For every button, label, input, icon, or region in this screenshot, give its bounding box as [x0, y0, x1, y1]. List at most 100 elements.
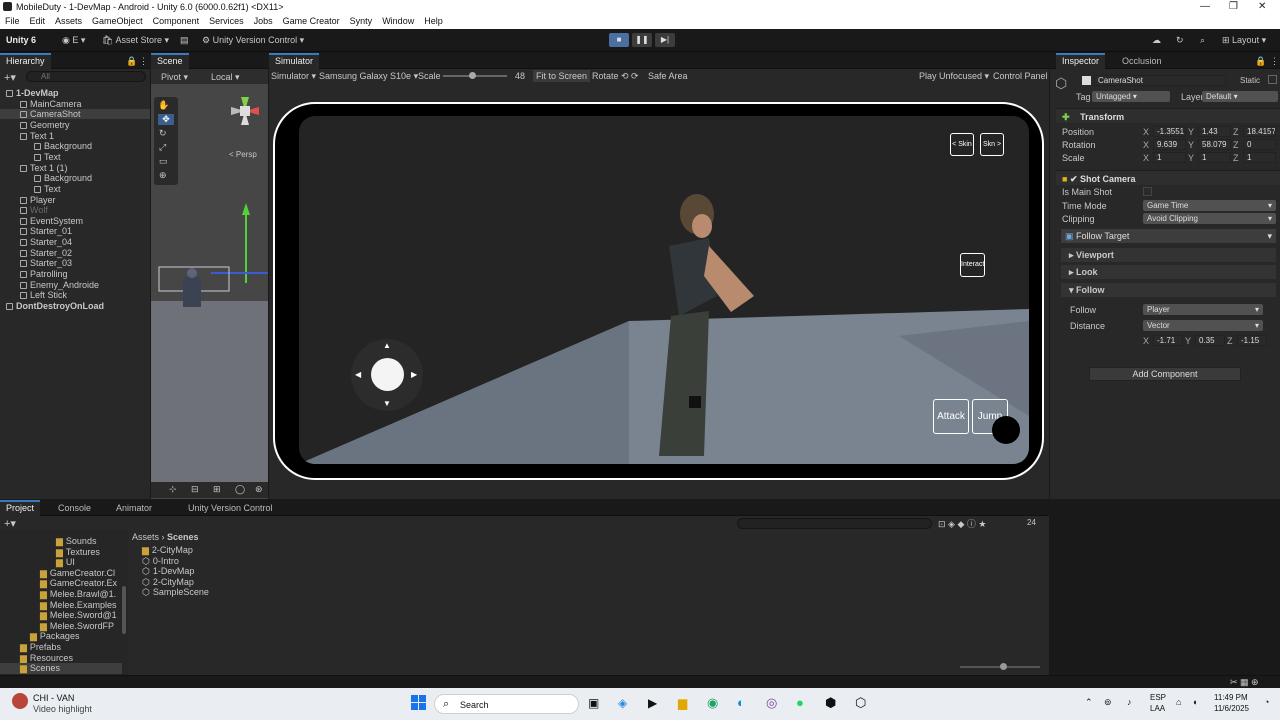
breadcrumb-scenes[interactable]: Scenes	[167, 532, 199, 542]
tab-hierarchy[interactable]: Hierarchy	[0, 53, 51, 69]
device-dropdown[interactable]: Samsung Galaxy S10e ▾	[319, 71, 418, 82]
project-file[interactable]: ⬡ 1-DevMap	[142, 566, 194, 577]
close-icon[interactable]: ✕	[1258, 1, 1266, 12]
attack-button[interactable]: Attack	[933, 399, 969, 434]
project-folder[interactable]: ▆ GameCreator.Ex	[0, 578, 122, 589]
project-file[interactable]: ⬡ 0-Intro	[142, 556, 179, 567]
pivot-dropdown[interactable]: Pivot ▾	[161, 72, 188, 83]
rotate-icons[interactable]: ⟲ ⟳	[621, 71, 639, 82]
look-foldout[interactable]: ▸ Look	[1061, 265, 1276, 279]
hierarchy-item[interactable]: Background	[0, 141, 150, 151]
hierarchy-item[interactable]: 1-DevMap	[0, 88, 150, 98]
add-object-button[interactable]: +▾	[4, 71, 16, 84]
tab-console[interactable]: Console	[52, 500, 97, 516]
news-avatar-icon[interactable]	[12, 693, 28, 709]
hierarchy-item[interactable]: Starter_04	[0, 237, 150, 247]
hierarchy-item[interactable]: Text 1	[0, 131, 150, 141]
tab-scene[interactable]: Scene	[151, 53, 189, 69]
transform-scl-x-field[interactable]: 1	[1153, 152, 1186, 163]
search-icon[interactable]: ⌕	[1200, 35, 1205, 46]
sphere-icon[interactable]: ◯	[235, 484, 245, 495]
project-folder[interactable]: ▆ Scenes	[0, 663, 122, 675]
tab-project[interactable]: Project	[0, 500, 41, 516]
project-file[interactable]: ▆ 2-CityMap	[142, 545, 193, 556]
project-folder[interactable]: ▆ Melee.Examples	[0, 600, 122, 611]
lock-icon[interactable]: 🔒	[126, 56, 137, 67]
is-main-checkbox[interactable]	[1143, 187, 1152, 196]
menu-item-edit[interactable]: Edit	[25, 14, 51, 29]
scene-gizmo-icon[interactable]	[223, 89, 267, 133]
hierarchy-item[interactable]: Wolf	[0, 205, 150, 215]
scale-tool-icon[interactable]: ⤢	[159, 142, 166, 153]
taskbar-search[interactable]: ⌕ Search	[434, 694, 579, 714]
game-screen[interactable]	[299, 116, 1029, 464]
add-component-button[interactable]: Add Component	[1089, 367, 1241, 381]
hierarchy-item[interactable]: Starter_03	[0, 258, 150, 268]
task-view-icon[interactable]: ▣	[588, 696, 599, 710]
mic-icon[interactable]: ♪	[1127, 697, 1132, 707]
distance-z-field[interactable]: -1.15	[1237, 335, 1267, 346]
menu-item-help[interactable]: Help	[419, 14, 448, 29]
create-asset-button[interactable]: +▾	[4, 517, 16, 530]
play-mode-dropdown[interactable]: Play Unfocused ▾	[919, 71, 989, 82]
menu-item-services[interactable]: Services	[204, 14, 249, 29]
tag-dropdown[interactable]: Untagged ▾	[1092, 91, 1170, 102]
project-folder[interactable]: ▆ Melee.Sword@1	[0, 610, 122, 621]
project-folder[interactable]: ▆ Packages	[0, 631, 122, 642]
inspector-more-icon[interactable]: ⋮	[1270, 56, 1279, 67]
account-dropdown[interactable]: ◉ E ▾	[62, 35, 85, 46]
pause-button[interactable]: ❚❚	[632, 33, 652, 47]
hierarchy-item[interactable]: MainCamera	[0, 99, 150, 109]
menu-item-assets[interactable]: Assets	[50, 14, 87, 29]
scale-slider-handle[interactable]	[469, 72, 476, 79]
breadcrumb-assets[interactable]: Assets	[132, 532, 159, 542]
project-folder[interactable]: ▆ Textures	[0, 547, 122, 558]
notification-bell-icon[interactable]: ◔	[1264, 697, 1269, 707]
browser-icon[interactable]: ◎	[766, 695, 777, 711]
hierarchy-item[interactable]: Text	[0, 152, 150, 162]
hierarchy-item[interactable]: Geometry	[0, 120, 150, 130]
chrome-icon[interactable]: ◉	[707, 695, 718, 711]
persp-label[interactable]: < Persp	[229, 150, 257, 159]
object-name-field[interactable]: CameraShot	[1094, 75, 1226, 86]
safe-area-label[interactable]: Safe Area	[648, 71, 688, 81]
project-folder[interactable]: ▆ Melee.Brawl@1.	[0, 589, 122, 600]
active-checkbox[interactable]	[1082, 76, 1091, 85]
menu-item-synty[interactable]: Synty	[345, 14, 378, 29]
transform-pos-x-field[interactable]: -1.3551	[1153, 126, 1186, 137]
hierarchy-item[interactable]: Background	[0, 173, 150, 183]
windows-start-icon[interactable]	[411, 695, 427, 711]
interact-button[interactable]: Interact	[960, 253, 985, 277]
unity-account-button[interactable]: Unity 6	[6, 35, 36, 45]
stop-play-button[interactable]: ■	[609, 33, 629, 47]
hierarchy-item[interactable]: Enemy_Androide	[0, 280, 150, 290]
tree-scrollbar[interactable]	[122, 586, 126, 634]
project-folder[interactable]: ▆ UI	[0, 557, 122, 568]
tab-unity-version-control[interactable]: Unity Version Control	[182, 500, 279, 516]
rotate-button[interactable]: Rotate	[592, 71, 619, 81]
transform-header[interactable]: ✚ Transform	[1056, 108, 1280, 123]
zoom-slider-handle[interactable]	[1000, 663, 1007, 670]
menu-item-jobs[interactable]: Jobs	[249, 14, 278, 29]
hand-tool-icon[interactable]: ✋	[158, 100, 169, 111]
clipping-dropdown[interactable]: Avoid Clipping ▾	[1143, 213, 1276, 224]
step-button[interactable]: ▶|	[655, 33, 675, 47]
clock-time[interactable]: 11:49 PM	[1214, 693, 1248, 702]
snap-icon[interactable]: ⊟	[191, 484, 199, 495]
tab-simulator[interactable]: Simulator	[269, 53, 320, 69]
project-search-input[interactable]	[737, 518, 932, 529]
scene-view[interactable]	[151, 193, 268, 483]
file-explorer-icon[interactable]: ▆	[678, 696, 687, 710]
project-file[interactable]: ⬡ 2-CityMap	[142, 577, 194, 588]
filter-icons[interactable]: ⊡ ◈ ◆ ⓘ ★	[938, 517, 986, 530]
maximize-icon[interactable]: ❐	[1229, 1, 1238, 12]
hierarchy-item[interactable]: EventSystem	[0, 216, 150, 226]
lang-primary[interactable]: ESP	[1150, 693, 1166, 702]
control-panel-button[interactable]: Control Panel	[993, 71, 1048, 81]
hierarchy-item[interactable]: Starter_02	[0, 248, 150, 258]
rect-tool-icon[interactable]: ▭	[159, 156, 168, 167]
fit-to-screen-button[interactable]: Fit to Screen	[533, 70, 591, 82]
transform-scl-z-field[interactable]: 1	[1243, 152, 1276, 163]
project-folder[interactable]: ▆ Prefabs	[0, 642, 122, 653]
move-tool-icon[interactable]: ✥	[158, 114, 174, 125]
